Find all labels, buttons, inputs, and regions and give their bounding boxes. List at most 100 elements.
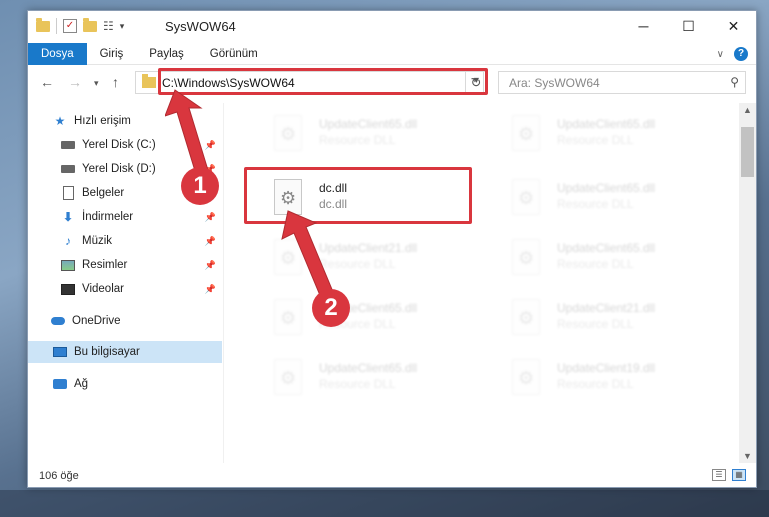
tab-home[interactable]: Giriş [87,43,137,65]
ribbon-tabs: Dosya Giriş Paylaş Görünüm [28,42,756,65]
file-type: Resource DLL [557,257,634,271]
chevron-down-icon[interactable]: ▾ [120,21,125,32]
sidebar-item-network[interactable]: Ağ [28,373,222,395]
cloud-icon [50,314,66,328]
folder-icon [142,74,156,88]
tab-file[interactable]: Dosya [28,42,87,65]
file-item[interactable]: ⚙ UpdateClient65.dll Resource DLL [246,353,466,409]
sidebar-item-onedrive[interactable]: OneDrive [28,310,222,332]
vertical-scrollbar[interactable]: ▲ ▼ [739,103,756,463]
pin-icon[interactable]: 📌 [205,260,216,271]
sidebar-item-downloads[interactable]: ⬇ İndirmeler 📌 [28,206,222,228]
callout-1: 1 [181,167,219,205]
disk-icon [60,162,76,176]
sidebar-item-label: Videolar [82,283,124,295]
sidebar-item-videos[interactable]: Videolar 📌 [28,278,222,300]
file-type: Resource DLL [557,133,634,147]
file-type: Resource DLL [557,377,634,391]
tab-share[interactable]: Paylaş [136,43,197,65]
search-placeholder: Ara: SysWOW64 [509,75,600,90]
title-bar: ✓ ☷ ▾ SysWOW64 ─ ☐ ✕ [28,11,756,43]
file-name: UpdateClient65.dll [557,181,656,195]
file-name: UpdateClient19.dll [557,361,656,375]
file-name: UpdateClient65.dll [557,241,656,255]
file-name: UpdateClient65.dll [319,361,418,375]
document-icon [60,186,76,200]
tiles-view-icon[interactable]: ▦ [732,469,746,481]
dll-file-icon: ⚙ [508,239,544,283]
download-icon: ⬇ [62,210,74,224]
sidebar-item-pictures[interactable]: Resimler 📌 [28,254,222,276]
sidebar-item-label: Hızlı erişim [74,115,131,127]
details-view-icon[interactable]: ☰ [712,469,726,481]
folder-icon [36,17,50,32]
sidebar-item-label: OneDrive [72,315,121,327]
status-bar: 106 öğe [28,465,756,487]
sidebar-item-label: Resimler [82,259,128,271]
maximize-button[interactable]: ☐ [666,11,711,41]
tab-view[interactable]: Görünüm [197,43,271,65]
dll-file-icon: ⚙ [508,299,544,343]
item-count: 106 öğe [39,470,79,482]
star-icon: ★ [54,114,66,128]
scrollbar-thumb[interactable] [741,127,754,177]
scroll-down-icon[interactable]: ▼ [743,451,752,461]
sidebar-item-label: İndirmeler [82,211,134,223]
file-item[interactable]: ⚙ UpdateClient65.dll Resource DLL [246,293,466,349]
pin-icon[interactable]: 📌 [205,212,216,223]
close-button[interactable]: ✕ [711,11,756,41]
sidebar-item-label: Yerel Disk (C:) [82,139,156,151]
file-item[interactable]: ⚙ UpdateClient65.dll Resource DLL [246,109,466,165]
dll-file-icon: ⚙ [508,115,544,159]
file-type: Resource DLL [319,133,396,147]
computer-icon [52,345,68,359]
pin-icon[interactable]: 📌 [205,236,216,247]
properties-check-icon[interactable]: ✓ [63,19,77,33]
pin-icon[interactable]: 📌 [205,284,216,295]
expand-ribbon-icon[interactable]: ∨ [717,49,724,60]
sidebar-item-label: Belgeler [82,187,125,199]
pictures-icon [60,258,76,272]
customize-toolbar-icon[interactable]: ☷ [103,19,114,33]
up-arrow-icon[interactable]: ↑ [112,74,119,90]
sidebar-item-label: Bu bilgisayar [74,346,140,358]
minimize-button[interactable]: ─ [621,11,666,41]
search-input[interactable]: Ara: SysWOW64 ⚲ [498,71,746,94]
network-icon [52,377,68,391]
file-explorer-window: ✓ ☷ ▾ SysWOW64 ─ ☐ ✕ Dosya Giriş Paylaş … [27,10,757,488]
file-item[interactable]: ⚙ UpdateClient21.dll Resource DLL [246,233,466,289]
file-item[interactable]: ⚙ UpdateClient65.dll Resource DLL [484,109,704,165]
file-type: Resource DLL [557,197,634,211]
file-item[interactable]: ⚙ UpdateClient21.dll Resource DLL [484,293,704,349]
scroll-up-icon[interactable]: ▲ [743,105,752,115]
callout-2: 2 [312,289,350,327]
music-icon: ♪ [65,234,71,248]
file-type: Resource DLL [557,317,634,331]
file-name: UpdateClient21.dll [557,301,656,315]
recent-locations-chevron-icon[interactable]: ▾ [94,78,99,89]
dll-file-icon: ⚙ [270,359,306,403]
desktop-taskbar [0,490,769,517]
sidebar-item-label: Müzik [82,235,113,247]
sidebar-item-this-pc[interactable]: Bu bilgisayar [28,341,222,363]
window-controls: ─ ☐ ✕ [621,11,756,41]
dll-file-icon: ⚙ [508,359,544,403]
file-item[interactable]: ⚙ UpdateClient65.dll Resource DLL [484,173,704,229]
file-type: Resource DLL [319,377,396,391]
back-arrow-icon[interactable]: ← [40,74,54,90]
dll-file-icon: ⚙ [508,179,544,223]
forward-arrow-icon[interactable]: → [68,74,82,90]
sidebar-item-music[interactable]: ♪ Müzik 📌 [28,230,222,252]
search-icon[interactable]: ⚲ [730,75,739,89]
sidebar-item-label: Yerel Disk (D:) [82,163,156,175]
view-toggle-buttons: ☰ ▦ [712,469,746,481]
video-icon [60,282,76,296]
toolbar-separator [56,18,57,34]
quick-access-toolbar: ✓ ☷ ▾ [36,17,125,34]
file-item[interactable]: ⚙ UpdateClient65.dll Resource DLL [484,233,704,289]
new-folder-icon[interactable] [83,17,97,32]
window-title: SysWOW64 [165,19,236,34]
file-item[interactable]: ⚙ UpdateClient19.dll Resource DLL [484,353,704,409]
disk-icon [60,138,76,152]
help-icon[interactable]: ? [734,47,748,61]
